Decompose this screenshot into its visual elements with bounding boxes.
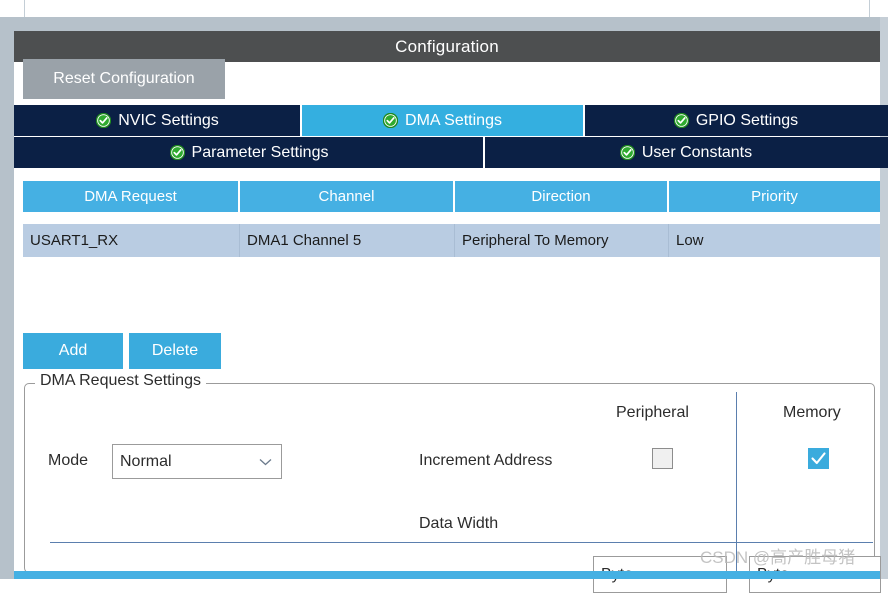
mode-select-value: Normal xyxy=(120,452,172,470)
memory-column-header: Memory xyxy=(783,404,841,421)
window-top-strip xyxy=(0,0,888,18)
dma-request-settings-legend: DMA Request Settings xyxy=(35,372,206,390)
peripheral-memory-divider xyxy=(736,392,737,573)
configuration-title-bar: Configuration xyxy=(14,31,880,62)
tab-bar-row-1: NVIC Settings DMA Settings GPIO Settings xyxy=(14,105,888,136)
delete-button[interactable]: Delete xyxy=(129,333,221,369)
tab-dma-settings[interactable]: DMA Settings xyxy=(301,105,584,136)
reset-configuration-button[interactable]: Reset Configuration xyxy=(23,59,225,99)
data-width-label: Data Width xyxy=(419,515,499,532)
peripheral-increment-address-checkbox[interactable] xyxy=(652,448,673,469)
tab-bar-row-2: Parameter Settings User Constants xyxy=(14,137,888,168)
table-body: USART1_RX DMA1 Channel 5 Peripheral To Mem… xyxy=(23,224,880,257)
dma-request-settings-group: DMA Request Settings Peripheral Memory M… xyxy=(24,372,881,593)
tab-label: Parameter Settings xyxy=(191,143,329,161)
cell-separator xyxy=(239,224,240,257)
peripheral-column-header: Peripheral xyxy=(616,404,689,421)
tab-nvic-settings[interactable]: NVIC Settings xyxy=(14,105,301,136)
window-left-rail xyxy=(0,17,14,579)
configuration-window: Configuration Reset Configuration NVIC S… xyxy=(0,0,888,593)
check-circle-icon xyxy=(169,144,185,161)
check-circle-icon xyxy=(96,112,112,129)
tab-label: GPIO Settings xyxy=(695,111,799,129)
settings-row-divider xyxy=(50,542,873,543)
tab-label: DMA Settings xyxy=(405,111,502,129)
column-header-direction[interactable]: Direction xyxy=(455,181,667,212)
table-cell[interactable]: DMA1 Channel 5 xyxy=(240,224,455,257)
column-header-priority[interactable]: Priority xyxy=(669,181,880,212)
check-circle-icon xyxy=(673,112,690,129)
tab-user-constants[interactable]: User Constants xyxy=(484,137,888,168)
table-cell[interactable]: USART1_RX xyxy=(23,224,240,257)
memory-increment-address-checkbox[interactable] xyxy=(808,448,829,469)
dma-request-table: DMA Request Channel Direction Priority USAR… xyxy=(23,181,880,257)
tab-parameter-settings[interactable]: Parameter Settings xyxy=(14,137,484,168)
tab-label: User Constants xyxy=(641,143,753,161)
bottom-accent-strip xyxy=(14,571,880,579)
page-title: Configuration xyxy=(395,36,499,56)
window-gray-band xyxy=(0,17,888,31)
tab-separator xyxy=(583,105,585,136)
cell-separator xyxy=(668,224,669,257)
tab-separator xyxy=(300,105,302,136)
mode-select[interactable]: Normal xyxy=(112,444,282,479)
configuration-content-pane: Configuration Reset Configuration NVIC S… xyxy=(14,31,888,593)
tab-gpio-settings[interactable]: GPIO Settings xyxy=(584,105,888,136)
table-cell[interactable]: Peripheral To Memory xyxy=(455,224,669,257)
tab-label: NVIC Settings xyxy=(118,111,219,129)
check-circle-icon xyxy=(382,112,399,129)
table-cell[interactable]: Low xyxy=(669,224,880,257)
add-button[interactable]: Add xyxy=(23,333,123,369)
column-header-channel[interactable]: Channel xyxy=(240,181,453,212)
cell-separator xyxy=(454,224,455,257)
table-header-row: DMA Request Channel Direction Priority xyxy=(23,181,880,212)
tab-separator xyxy=(483,137,485,168)
window-right-rail xyxy=(880,17,888,579)
column-header-dma-request[interactable]: DMA Request xyxy=(23,181,238,212)
window-top-strip-inner xyxy=(24,0,870,17)
increment-address-label: Increment Address xyxy=(419,452,553,469)
chevron-down-icon xyxy=(255,458,281,466)
mode-label: Mode xyxy=(48,452,89,469)
check-circle-icon xyxy=(619,144,636,161)
